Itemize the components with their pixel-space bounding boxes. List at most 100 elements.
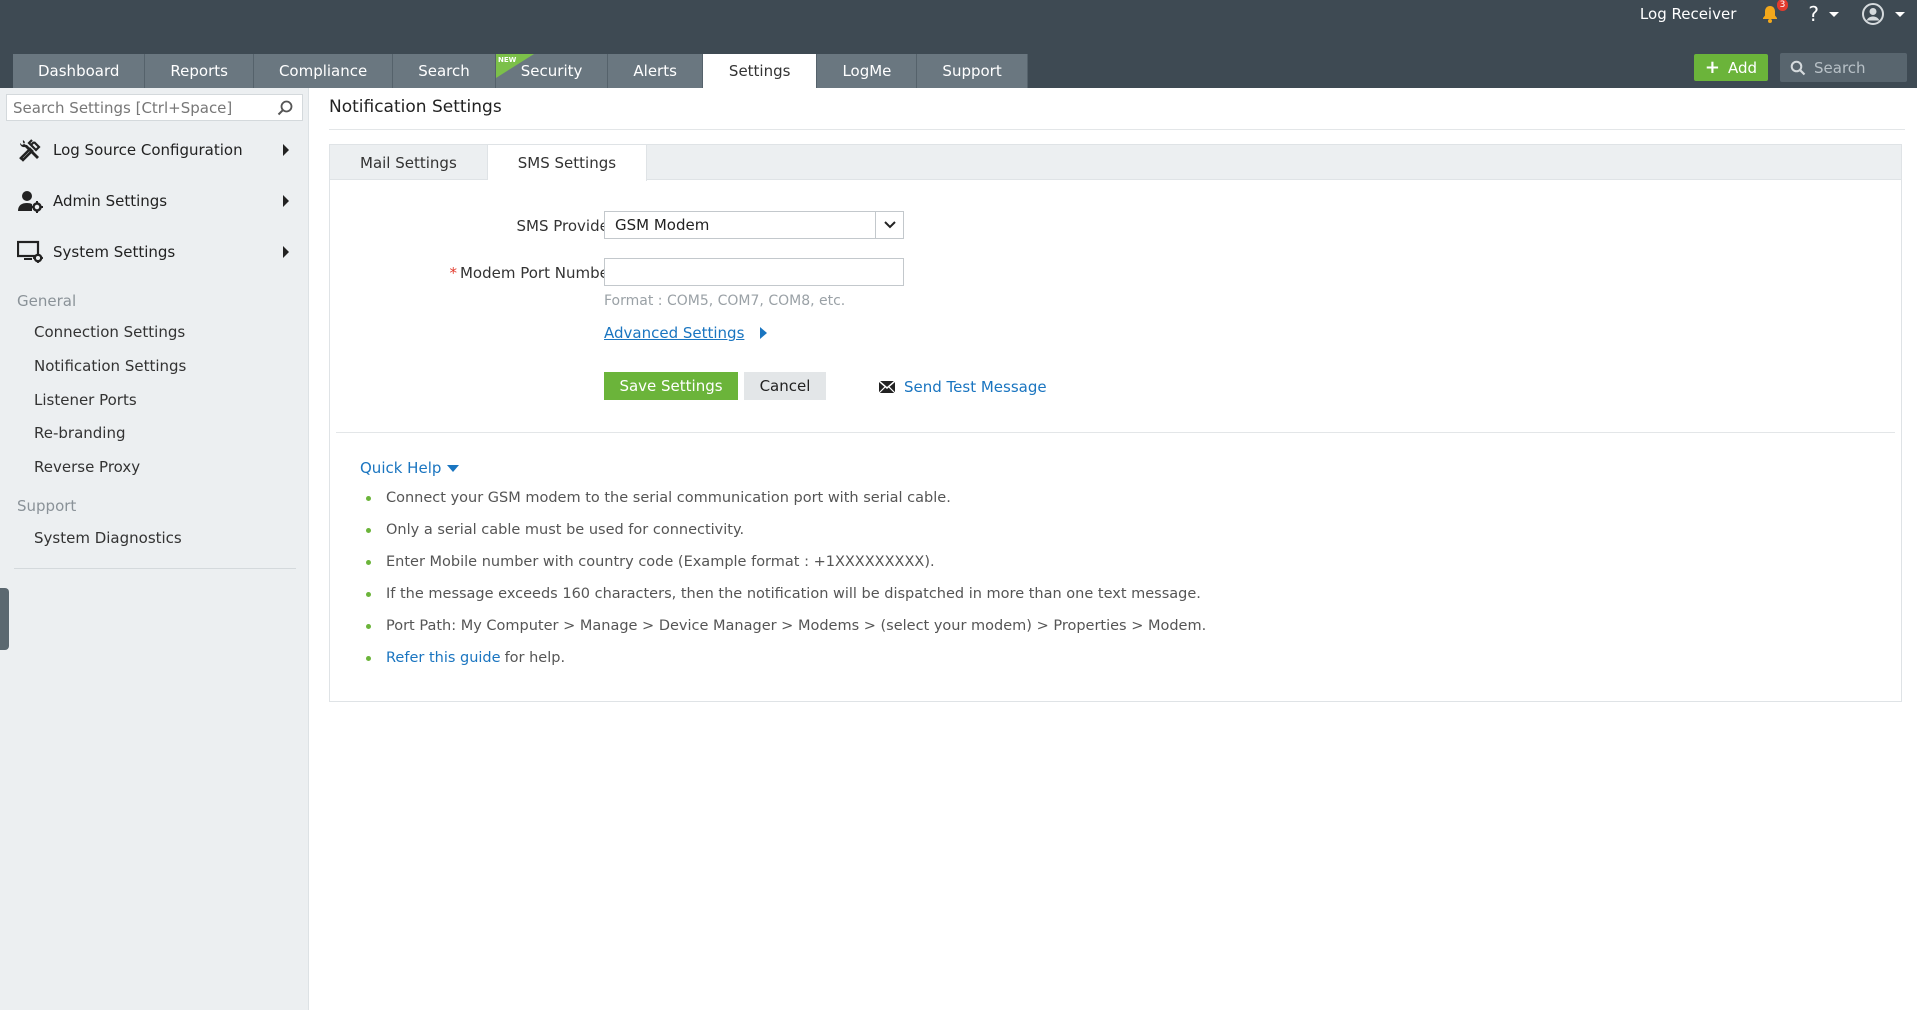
list-item: Enter Mobile number with country code (E… xyxy=(366,546,1206,578)
help-text: Port Path: My Computer > Manage > Device… xyxy=(386,618,1207,634)
tab-label: Dashboard xyxy=(38,62,120,80)
tab-label: Alerts xyxy=(633,62,677,80)
sidebar-collapse-handle[interactable] xyxy=(0,588,9,650)
add-label: Add xyxy=(1728,58,1758,77)
list-item: Connect your GSM modem to the serial com… xyxy=(366,482,1206,514)
advanced-settings-link[interactable]: Advanced Settings xyxy=(604,324,768,342)
tab-compliance[interactable]: Compliance xyxy=(253,54,394,88)
chevron-right-icon xyxy=(283,195,289,207)
main-nav-tabs: Dashboard Reports Compliance Search NEW … xyxy=(13,54,1028,88)
sidebar-item-system-settings[interactable]: System Settings xyxy=(0,227,309,277)
sidebar-divider xyxy=(14,568,296,569)
bullet-icon xyxy=(366,527,371,533)
sidebar-item-listener-ports[interactable]: Listener Ports xyxy=(34,391,137,409)
help-text: Connect your GSM modem to the serial com… xyxy=(386,490,951,506)
user-gear-icon xyxy=(15,186,45,216)
advanced-settings-label: Advanced Settings xyxy=(604,324,745,342)
help-icon: ? xyxy=(1808,2,1819,26)
tab-settings[interactable]: Settings xyxy=(702,54,818,88)
settings-search-input[interactable] xyxy=(7,98,276,117)
list-item: If the message exceeds 160 characters, t… xyxy=(366,578,1206,610)
panel-divider xyxy=(336,432,1895,433)
new-badge: NEW xyxy=(495,54,534,78)
bullet-icon xyxy=(366,591,371,597)
tab-sms-settings[interactable]: SMS Settings xyxy=(487,145,648,181)
list-item: Refer this guide for help. xyxy=(366,642,1206,674)
tab-label: Support xyxy=(942,62,1002,80)
tab-support[interactable]: Support xyxy=(917,54,1028,88)
tools-icon xyxy=(15,135,45,165)
chevron-right-icon xyxy=(760,327,768,339)
monitor-gear-icon xyxy=(15,237,45,267)
tab-label: Reports xyxy=(170,62,228,80)
global-search-input[interactable] xyxy=(1814,58,1904,77)
search-icon[interactable] xyxy=(276,99,294,117)
settings-search[interactable] xyxy=(6,94,303,121)
chevron-down-icon xyxy=(447,464,460,472)
bullet-icon xyxy=(366,495,371,501)
chevron-right-icon xyxy=(283,144,289,156)
tab-label: Search xyxy=(418,62,470,80)
sidebar-item-system-diagnostics[interactable]: System Diagnostics xyxy=(34,529,182,547)
help-text: If the message exceeds 160 characters, t… xyxy=(386,586,1201,602)
modem-port-label-text: Modem Port Number xyxy=(459,264,615,282)
section-heading-general: General xyxy=(17,292,77,310)
send-test-message-link[interactable]: Send Test Message xyxy=(878,378,1047,396)
refer-guide-link[interactable]: Refer this guide xyxy=(386,650,501,666)
user-label[interactable]: Log Receiver xyxy=(1640,5,1736,23)
notification-button[interactable]: 3 xyxy=(1760,0,1789,24)
help-menu[interactable]: ? xyxy=(1808,2,1839,26)
tab-logme[interactable]: LogMe xyxy=(817,54,918,88)
tab-reports[interactable]: Reports xyxy=(145,54,254,88)
sidebar-item-connection-settings[interactable]: Connection Settings xyxy=(34,323,185,341)
sidebar-item-admin-settings[interactable]: Admin Settings xyxy=(0,176,309,226)
user-menu[interactable] xyxy=(1861,2,1905,26)
section-heading-support: Support xyxy=(17,497,77,515)
sidebar-item-re-branding[interactable]: Re-branding xyxy=(34,424,126,442)
cancel-button[interactable]: Cancel xyxy=(744,372,826,400)
save-settings-button[interactable]: Save Settings xyxy=(604,372,738,400)
notification-count: 3 xyxy=(1776,0,1789,11)
help-text: for help. xyxy=(504,650,566,666)
sidebar-item-log-source-configuration[interactable]: Log Source Configuration xyxy=(0,125,309,175)
sidebar: Log Source Configuration Admin Settings … xyxy=(0,88,309,1010)
envelope-icon xyxy=(878,380,896,394)
help-text: Only a serial cable must be used for con… xyxy=(386,522,745,538)
list-item: Port Path: My Computer > Manage > Device… xyxy=(366,610,1206,642)
sidebar-item-reverse-proxy[interactable]: Reverse Proxy xyxy=(34,458,140,476)
add-button[interactable]: + Add xyxy=(1694,54,1768,81)
quick-help-toggle[interactable]: Quick Help xyxy=(360,459,460,477)
help-text: Enter Mobile number with country code (E… xyxy=(386,554,935,570)
chevron-down-icon xyxy=(1895,11,1905,17)
bullet-icon xyxy=(366,559,371,565)
tab-mail-settings[interactable]: Mail Settings xyxy=(330,145,488,180)
modem-port-label: * Modem Port Number xyxy=(449,264,615,282)
tab-alerts[interactable]: Alerts xyxy=(608,54,703,88)
tab-label: Settings xyxy=(728,62,791,80)
sidebar-item-notification-settings[interactable]: Notification Settings xyxy=(34,357,186,375)
modem-port-input[interactable] xyxy=(604,258,904,286)
user-avatar-icon xyxy=(1862,3,1884,25)
tab-search[interactable]: Search xyxy=(393,54,496,88)
sms-provider-select[interactable]: GSM Modem xyxy=(604,211,904,239)
quick-help-title: Quick Help xyxy=(360,459,442,477)
chevron-right-icon xyxy=(283,246,289,258)
page-title: Notification Settings xyxy=(329,97,502,117)
sidebar-item-label: System Settings xyxy=(53,243,176,261)
search-icon xyxy=(1790,60,1806,75)
sms-provider-label: SMS Provider xyxy=(516,217,615,235)
settings-panel: Mail Settings SMS Settings SMS Provider … xyxy=(329,144,1902,702)
tab-dashboard[interactable]: Dashboard xyxy=(13,54,146,88)
sidebar-item-label: Log Source Configuration xyxy=(53,141,243,159)
tab-security[interactable]: NEW Security xyxy=(495,54,609,88)
top-right-toolbar: Log Receiver 3 ? xyxy=(1640,0,1917,28)
svg-text:NEW: NEW xyxy=(498,56,517,64)
required-mark: * xyxy=(449,264,457,282)
bullet-icon xyxy=(366,655,371,661)
list-item: Only a serial cable must be used for con… xyxy=(366,514,1206,546)
quick-help-list: Connect your GSM modem to the serial com… xyxy=(366,482,1206,674)
settings-subtabs: Mail Settings SMS Settings xyxy=(330,145,1901,181)
global-search[interactable] xyxy=(1780,53,1907,82)
dropdown-toggle[interactable] xyxy=(875,212,903,238)
bullet-icon xyxy=(366,623,371,629)
